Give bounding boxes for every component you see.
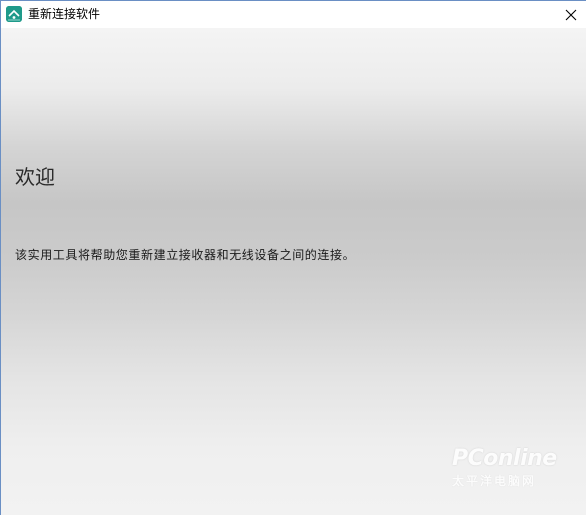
title-bar[interactable]: 重新连接软件 — [1, 1, 586, 28]
welcome-description: 该实用工具将帮助您重新建立接收器和无线设备之间的连接。 — [15, 248, 356, 262]
close-icon — [565, 9, 577, 20]
welcome-heading: 欢迎 — [15, 165, 55, 189]
close-button[interactable] — [556, 1, 586, 28]
window-title: 重新连接软件 — [28, 7, 101, 21]
wizard-content: 欢迎 该实用工具将帮助您重新建立接收器和无线设备之间的连接。 PConline … — [1, 28, 586, 515]
app-window: 重新连接软件 欢迎 该实用工具将帮助您重新建立接收器和无线设备之间的连接。 PC… — [0, 0, 586, 515]
pconline-watermark: PConline 太平洋电脑网 — [450, 442, 570, 490]
watermark-logo-text: PConline — [452, 446, 557, 471]
watermark-sub-text: 太平洋电脑网 — [452, 474, 537, 488]
logitech-unifying-icon — [6, 6, 22, 22]
